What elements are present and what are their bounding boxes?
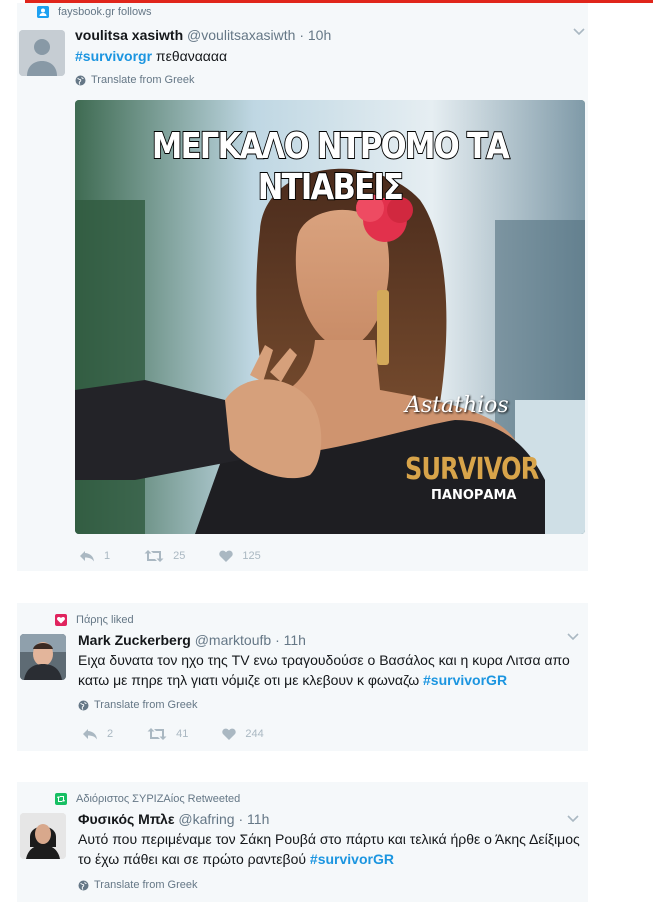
default-avatar-icon <box>19 30 65 76</box>
like-button[interactable]: 125 <box>219 550 261 562</box>
profile-photo <box>20 813 66 859</box>
liked-heart-icon <box>55 614 67 626</box>
tweet-text-line: Αυτό που περιμέναμε τον Σάκη Ρουβά στο π… <box>78 831 580 847</box>
heart-icon <box>219 550 234 562</box>
tweet-header: Φυσικός Μπλε @kafring · 11h <box>78 811 269 827</box>
retweet-count: 41 <box>176 728 189 740</box>
timestamp[interactable]: 10h <box>308 27 331 43</box>
translate-label: Translate from Greek <box>94 879 198 891</box>
reply-button[interactable]: 2 <box>82 728 113 740</box>
retweet-count: 25 <box>173 550 186 562</box>
reply-count: 2 <box>107 728 114 740</box>
chevron-down-icon[interactable] <box>567 812 579 826</box>
tweet[interactable]: Πάρης liked Mark Zuckerberg @marktoufb ·… <box>17 603 588 751</box>
separator-dot: · <box>238 811 244 827</box>
retweet-icon <box>147 728 167 740</box>
globe-icon <box>75 75 86 85</box>
tweet-text: Ειχα δυνατα τον ηχο της TV ενω τραγουδού… <box>78 650 583 690</box>
tweet-header: Mark Zuckerberg @marktoufb · 11h <box>78 632 306 648</box>
display-name[interactable]: Mark Zuckerberg <box>78 632 191 648</box>
translate-label: Translate from Greek <box>94 699 198 711</box>
tweet-context-label: faysbook.gr follows <box>58 6 152 18</box>
hashtag-link[interactable]: #survivorgr <box>75 48 152 64</box>
retweeted-icon <box>55 793 67 805</box>
user-handle[interactable]: @marktoufb <box>195 632 271 648</box>
tweet-text: Αυτό που περιμέναμε τον Σάκη Ρουβά στο π… <box>78 829 588 869</box>
tweet-context: Αδιόριστος ΣΥΡΙΖΑίος Retweeted <box>55 792 240 806</box>
user-handle[interactable]: @kafring <box>178 811 234 827</box>
reply-count: 1 <box>104 550 111 562</box>
heart-icon <box>222 728 237 740</box>
globe-icon <box>78 880 89 890</box>
like-count: 244 <box>245 728 264 740</box>
tweet-actions: 1 25 125 <box>79 550 295 562</box>
translate-label: Translate from Greek <box>91 74 195 86</box>
retweet-button[interactable]: 41 <box>147 728 188 740</box>
tweet-text-body: κατω με πηρε τηλ γιατι νόμιζε οτι με κλε… <box>78 672 424 688</box>
tweet-context: faysbook.gr follows <box>37 5 152 19</box>
survivor-logo-text: SURVIVOR <box>405 452 539 487</box>
reply-button[interactable]: 1 <box>79 550 110 562</box>
tweet-text-body: πεθαναααα <box>152 48 228 64</box>
profile-photo <box>20 634 66 680</box>
timestamp[interactable]: 11h <box>284 632 306 648</box>
tweet[interactable]: faysbook.gr follows voulitsa xasiwth @vo… <box>17 3 588 571</box>
translate-link[interactable]: Translate from Greek <box>78 699 198 711</box>
tweet-media-image[interactable]: ΜΕΓΚΑΛΟ ΝΤΡΟΜΟ ΤΑ ΝΤΙΑΒΕΙΣ Astathios SUR… <box>75 100 585 534</box>
tweet-text-line: το έχω πάθει και σε πρώτο ραντεβού #surv… <box>78 849 588 869</box>
tweet-header: voulitsa xasiwth @voulitsaxasiwth · 10h <box>75 27 331 43</box>
retweet-icon <box>144 550 164 562</box>
tweet-context: Πάρης liked <box>55 613 134 627</box>
reply-icon <box>80 551 94 562</box>
avatar[interactable] <box>19 30 65 76</box>
image-watermark: Astathios <box>405 393 509 418</box>
user-handle[interactable]: @voulitsaxasiwth <box>187 27 295 43</box>
chevron-down-icon[interactable] <box>567 630 579 644</box>
meme-headline: ΜΕΓΚΑΛΟ ΝΤΡΟΜΟ ΤΑ ΝΤΙΑΒΕΙΣ <box>151 125 511 209</box>
reply-icon <box>83 729 97 740</box>
avatar[interactable] <box>20 813 66 859</box>
display-name[interactable]: Φυσικός Μπλε <box>78 811 174 827</box>
like-count: 125 <box>242 550 261 562</box>
hashtag-link[interactable]: #survivorGR <box>423 672 507 688</box>
hashtag-link[interactable]: #survivorGR <box>310 851 394 867</box>
translate-link[interactable]: Translate from Greek <box>78 879 198 891</box>
display-name[interactable]: voulitsa xasiwth <box>75 27 183 43</box>
tweet[interactable]: Αδιόριστος ΣΥΡΙΖΑίος Retweeted Φυσικός Μ… <box>17 782 588 902</box>
avatar[interactable] <box>20 634 66 680</box>
tweet-text-body: το έχω πάθει και σε πρώτο ραντεβού <box>78 851 310 867</box>
like-button[interactable]: 244 <box>222 728 264 740</box>
tweet-text-line: Ειχα δυνατα τον ηχο της TV ενω τραγουδού… <box>78 652 570 668</box>
tweet-actions: 2 41 244 <box>82 728 298 740</box>
separator-dot: · <box>275 632 280 648</box>
tweet-context-label: Πάρης liked <box>76 614 134 626</box>
globe-icon <box>78 700 89 710</box>
translate-link[interactable]: Translate from Greek <box>75 74 195 86</box>
survivor-logo-subtitle: ΠΑΝΟΡΑΜΑ <box>431 488 517 503</box>
separator-dot: · <box>299 27 304 43</box>
tweet-text-line: κατω με πηρε τηλ γιατι νόμιζε οτι με κλε… <box>78 670 583 690</box>
tweet-text: #survivorgr πεθαναααα <box>75 46 227 66</box>
follow-icon <box>37 6 49 18</box>
timestamp[interactable]: 11h <box>247 811 269 827</box>
tweet-context-label: Αδιόριστος ΣΥΡΙΖΑίος Retweeted <box>76 793 241 805</box>
retweet-button[interactable]: 25 <box>144 550 185 562</box>
chevron-down-icon[interactable] <box>573 25 585 39</box>
